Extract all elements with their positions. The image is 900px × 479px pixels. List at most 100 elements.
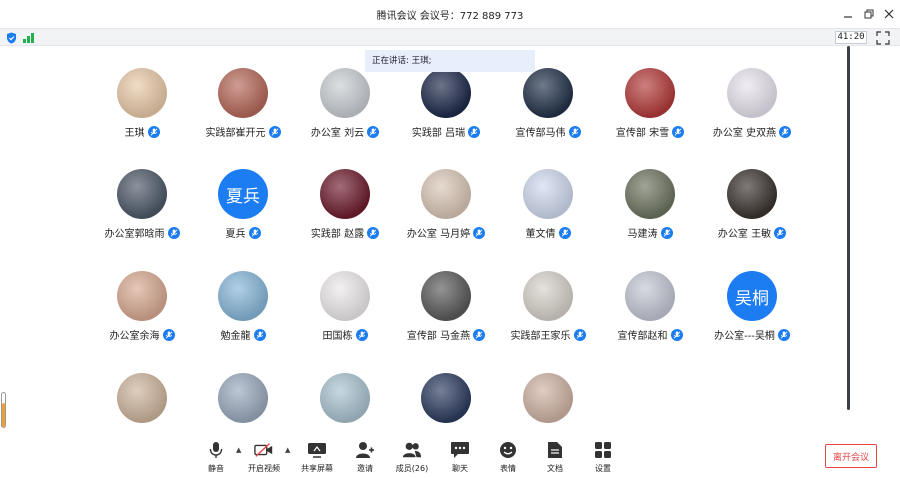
avatar [320,271,370,321]
invite-label: 邀请 [357,464,373,473]
emoji-label: 表情 [500,464,516,473]
chat-button[interactable]: 聊天 [435,440,485,476]
security-shield-icon[interactable] [6,32,17,44]
mic-icon [355,328,368,341]
mic-icon [660,226,673,239]
grid-settings-icon [593,440,613,460]
participant-tile[interactable]: 实践部 赵露 [295,169,395,259]
avatar [523,169,573,219]
participant-tile[interactable]: 办公室 马月婷 [396,169,496,259]
participant-name: 办公室 马月婷 [406,229,471,240]
avatar [421,271,471,321]
mic-icon [670,328,683,341]
minimize-icon[interactable] [840,6,856,22]
volume-level [2,403,5,427]
window-title: 腾讯会议 会议号：772 889 773 [376,11,524,22]
chat-icon [450,440,470,460]
microphone-icon [206,440,226,460]
participant-name: 实践部 吕瑞 [411,128,466,139]
avatar [523,68,573,118]
avatar [218,271,268,321]
documents-button[interactable]: 文档 [530,440,580,476]
avatar: 吴桐 [727,271,777,321]
participant-name: 办公室 刘云 [310,128,365,139]
participant-tile[interactable]: 董文倩 [498,169,598,259]
avatar [625,271,675,321]
invite-button[interactable]: 邀请 [340,440,390,476]
participant-tile[interactable]: 宣传部赵和 [600,271,700,361]
participant-name: 夏兵 [225,229,246,240]
members-icon [402,440,422,460]
participant-tile[interactable]: 实践部崔开元 [193,68,293,158]
participant-name: 办公室余海 [109,331,160,342]
fullscreen-icon[interactable] [876,31,890,45]
participant-name: 勉金龍 [220,331,251,342]
avatar [117,271,167,321]
participant-name: 实践部崔开元 [205,128,266,139]
smiley-icon [498,440,518,460]
participant-tile[interactable]: 宣传部马伟 [498,68,598,158]
documents-label: 文档 [547,464,563,473]
participant-tile[interactable]: 办公室 刘云 [295,68,395,158]
participant-name: 宣传部 马金燕 [406,331,471,342]
mic-icon [147,125,160,138]
participant-name-row: 办公室 史双燕 [682,124,822,139]
participant-tile[interactable]: 办公室郭晗雨 [92,169,192,259]
avatar [727,68,777,118]
participant-name: 办公室 史双燕 [712,128,777,139]
participant-name: 办公室---吴桐 [714,331,775,342]
avatar [218,373,268,423]
participant-name: 宣传部赵和 [617,331,668,342]
chat-label: 聊天 [452,464,468,473]
grid-scrollbar[interactable] [847,46,850,410]
close-icon[interactable] [881,6,897,22]
avatar [117,169,167,219]
restore-icon[interactable] [861,6,877,22]
participant-tile[interactable]: 宣传部 宋雪 [600,68,700,158]
avatar [320,373,370,423]
participant-tile[interactable]: 宣传部 马金燕 [396,271,496,361]
members-button[interactable]: 成员(26) [387,440,437,476]
emoji-button[interactable]: 表情 [483,440,533,476]
participant-tile[interactable]: 田国栋 [295,271,395,361]
participant-tile[interactable]: 办公室 史双燕 [702,68,802,158]
participant-tile[interactable]: 马建涛 [600,169,700,259]
mic-icon [248,226,261,239]
mic-icon [558,226,571,239]
mic-icon [779,125,792,138]
signal-strength-icon[interactable] [23,32,35,43]
participant-tile[interactable]: 实践部王家乐 [498,271,598,361]
participant-tile[interactable]: 夏兵 夏兵 [193,169,293,259]
participant-tile[interactable]: 实践部 吕瑞 [396,68,496,158]
avatar: 夏兵 [218,169,268,219]
avatar [421,68,471,118]
document-icon [545,440,565,460]
participant-name: 马建涛 [627,229,658,240]
mic-icon [777,328,790,341]
mute-button[interactable]: 静音 [191,440,241,476]
start-video-button[interactable]: 开启视频 [239,440,289,476]
avatar [625,68,675,118]
active-speaker-banner: 正在讲话: 王琪; [365,50,535,72]
mic-icon [774,226,787,239]
start-video-label: 开启视频 [248,464,280,473]
share-screen-button[interactable]: 共享屏幕 [292,440,342,476]
title-bar: 腾讯会议 会议号：772 889 773 [0,0,900,28]
avatar [117,68,167,118]
avatar [320,68,370,118]
avatar [421,169,471,219]
participant-name: 宣传部 宋雪 [615,128,670,139]
mic-icon [568,125,581,138]
mic-icon [253,328,266,341]
participant-tile[interactable]: 王琪 [92,68,192,158]
avatar [727,169,777,219]
participant-name: 王琪 [124,128,145,139]
settings-button[interactable]: 设置 [578,440,628,476]
participant-tile[interactable]: 吴桐办公室---吴桐 [702,271,802,361]
members-label: 成员(26) [395,464,429,473]
volume-meter [1,392,6,428]
participant-tile[interactable]: 办公室 王敏 [702,169,802,259]
participant-tile[interactable]: 办公室余海 [92,271,192,361]
participant-tile[interactable]: 勉金龍 [193,271,293,361]
leave-meeting-button[interactable]: 离开会议 [825,444,877,468]
